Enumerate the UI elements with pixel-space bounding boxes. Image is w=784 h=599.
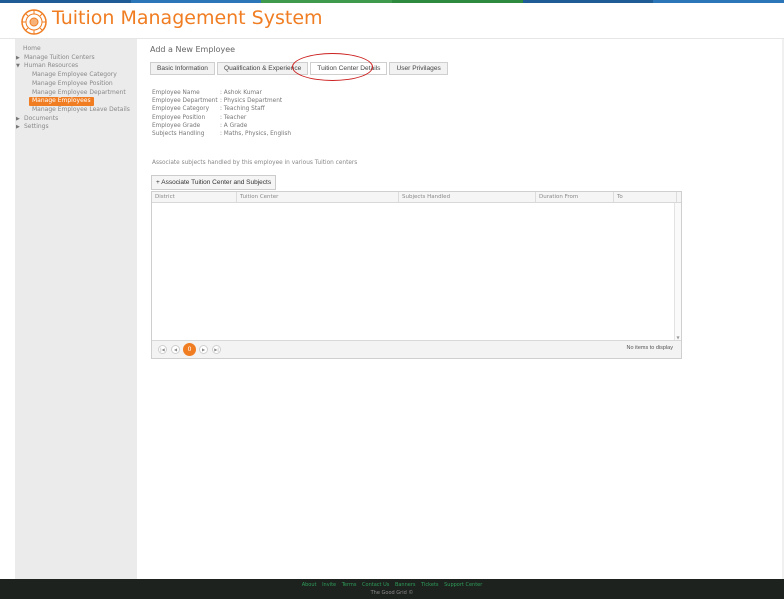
- grid-body: [152, 203, 675, 341]
- info-key: Employee Department: [152, 98, 218, 105]
- main-content: Add a New Employee Basic Information Qua…: [137, 39, 782, 579]
- grid-header: District Tuition Center Subjects Handled…: [152, 192, 681, 203]
- sidebar-item-label: Human Resources: [24, 62, 79, 70]
- first-page-icon[interactable]: |◀: [158, 345, 167, 354]
- footer-link-support-center[interactable]: Support Center: [444, 582, 482, 588]
- tab-tuition-center-details[interactable]: Tuition Center Details: [310, 62, 388, 75]
- info-value: : Teaching Staff: [220, 106, 265, 113]
- sidebar-item-label: Manage Employee Position: [32, 79, 113, 87]
- sidebar-item-label: Documents: [24, 114, 59, 122]
- sidebar-item-manage-employees[interactable]: Manage Employees: [15, 97, 137, 106]
- tab-basic-information[interactable]: Basic Information: [150, 62, 215, 75]
- next-page-icon[interactable]: ▶: [199, 345, 208, 354]
- vertical-scrollbar[interactable]: ▼: [674, 203, 681, 341]
- tuition-center-grid: District Tuition Center Subjects Handled…: [151, 191, 682, 359]
- footer-link-about[interactable]: About: [302, 582, 317, 588]
- sidebar: Home ▶ Manage Tuition Centers ▼ Human Reso…: [15, 39, 137, 579]
- info-key: Employee Name: [152, 90, 200, 96]
- info-row: Employee Department: Physics Department: [152, 97, 291, 105]
- info-row: Employee Name : Ashok Kumar: [152, 89, 291, 97]
- sidebar-item-home[interactable]: Home: [15, 45, 137, 54]
- column-header-subjects-handled[interactable]: Subjects Handled: [399, 192, 536, 202]
- current-page-button[interactable]: 0: [183, 343, 196, 356]
- sidebar-item-label: Manage Employee Department: [32, 88, 126, 96]
- info-key: Employee Grade: [152, 122, 201, 129]
- sidebar-item-documents[interactable]: ▶ Documents: [15, 115, 137, 124]
- info-row: Subjects Handling : Maths, Physics, Engli…: [152, 130, 291, 138]
- footer-link-invite[interactable]: Invite: [322, 582, 336, 588]
- info-value: : Teacher: [220, 114, 247, 121]
- tab-strip: Basic Information Qualification & Experi…: [150, 62, 450, 75]
- info-row: Employee Category : Teaching Staff: [152, 105, 291, 113]
- expand-arrow-icon: ▶: [16, 124, 20, 131]
- sidebar-item-label: Manage Tuition Centers: [24, 53, 95, 61]
- info-key: Employee Category: [152, 106, 210, 113]
- previous-page-icon[interactable]: ◀: [171, 345, 180, 354]
- info-value: : A Grade: [220, 122, 248, 129]
- sidebar-item-manage-employee-category[interactable]: Manage Employee Category: [15, 71, 137, 80]
- info-key: Subjects Handling: [152, 130, 205, 137]
- app-header: Tuition Management System: [0, 3, 784, 37]
- footer-links: About Invite Terms Contact Us Banners Ti…: [0, 582, 784, 588]
- sidebar-item-manage-tuition-centers[interactable]: ▶ Manage Tuition Centers: [15, 54, 137, 63]
- info-row: Employee Grade : A Grade: [152, 122, 291, 130]
- column-header-to[interactable]: To: [614, 192, 677, 202]
- expand-arrow-icon: ▶: [16, 115, 20, 122]
- employee-summary: Employee Name : Ashok Kumar Employee Depa…: [152, 89, 291, 138]
- sidebar-item-label-active: Manage Employees: [29, 97, 94, 106]
- last-page-icon[interactable]: ▶|: [212, 345, 221, 354]
- info-value: : Maths, Physics, English: [220, 130, 292, 137]
- column-header-duration-from[interactable]: Duration From: [536, 192, 614, 202]
- column-header-district[interactable]: District: [152, 192, 237, 202]
- info-value: : Physics Department: [220, 98, 283, 105]
- logo-icon[interactable]: [20, 8, 48, 36]
- info-key: Employee Position: [152, 114, 206, 121]
- sidebar-item-label: Home: [23, 45, 41, 52]
- footer-link-terms[interactable]: Terms: [342, 582, 357, 588]
- associate-description: Associate subjects handled by this emplo…: [152, 160, 358, 166]
- expand-arrow-icon: ▶: [16, 54, 20, 61]
- sidebar-item-manage-employee-leave-details[interactable]: Manage Employee Leave Details: [15, 106, 137, 115]
- footer-link-banners[interactable]: Banners: [395, 582, 416, 588]
- tab-qualification-experience[interactable]: Qualification & Experience: [216, 62, 309, 75]
- sidebar-item-label: Manage Employee Leave Details: [32, 105, 130, 113]
- sidebar-item-manage-employee-position[interactable]: Manage Employee Position: [15, 80, 137, 89]
- sidebar-item-settings[interactable]: ▶ Settings: [15, 123, 137, 132]
- column-header-tuition-center[interactable]: Tuition Center: [237, 192, 399, 202]
- footer-copyright: The Good Grid ©: [370, 590, 414, 596]
- pager-status: No items to display: [626, 345, 673, 351]
- info-value: : Ashok Kumar: [220, 90, 262, 96]
- grid-pager: |◀ ◀ 0 ▶ ▶| No items to display: [152, 340, 681, 358]
- sidebar-item-human-resources[interactable]: ▼ Human Resources: [15, 62, 137, 71]
- collapse-arrow-icon: ▼: [16, 63, 20, 70]
- sidebar-item-label: Settings: [24, 123, 49, 131]
- footer-link-contact-us[interactable]: Contact Us: [362, 582, 389, 588]
- info-row: Employee Position : Teacher: [152, 114, 291, 122]
- associate-tuition-center-button[interactable]: + Associate Tuition Center and Subjects: [151, 175, 277, 190]
- footer: About Invite Terms Contact Us Banners Ti…: [0, 579, 784, 599]
- app-title: Tuition Management System: [52, 7, 323, 29]
- tab-user-privilages[interactable]: User Privilages: [389, 62, 448, 75]
- footer-link-tickets[interactable]: Tickets: [421, 582, 438, 588]
- sidebar-item-manage-employee-department[interactable]: Manage Employee Department: [15, 89, 137, 98]
- page-title: Add a New Employee: [150, 45, 236, 54]
- sidebar-item-label: Manage Employee Category: [32, 71, 117, 79]
